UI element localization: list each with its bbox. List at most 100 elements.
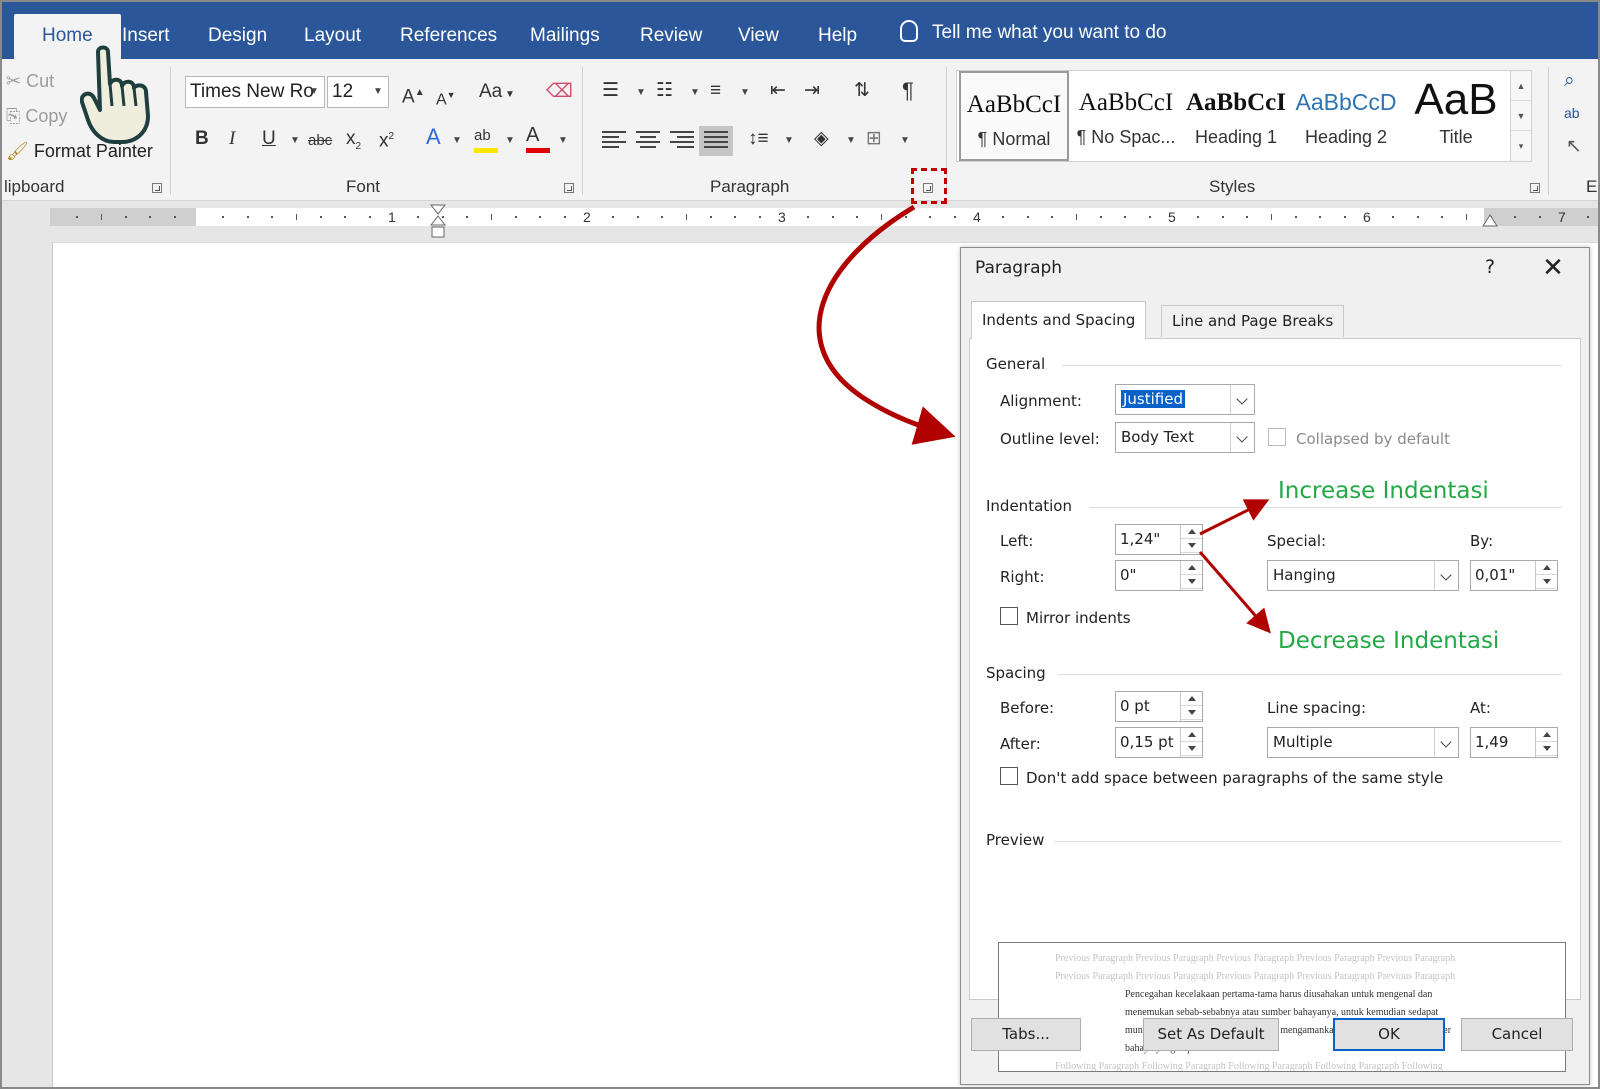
- tabs-button[interactable]: Tabs...: [971, 1018, 1081, 1051]
- scroll-down-icon[interactable]: ▼: [1511, 101, 1531, 131]
- strikethrough-button[interactable]: abc: [308, 129, 332, 153]
- tab-indents-and-spacing[interactable]: Indents and Spacing: [971, 301, 1147, 339]
- set-as-default-button[interactable]: Set As Default: [1143, 1018, 1279, 1051]
- more-styles-icon[interactable]: ▾: [1511, 131, 1531, 161]
- tab-help[interactable]: Help: [818, 2, 857, 59]
- tab-references[interactable]: References: [400, 2, 497, 59]
- before-spinner[interactable]: 0 pt: [1115, 691, 1203, 722]
- right-indent-spinner[interactable]: 0": [1115, 560, 1203, 591]
- bold-button[interactable]: B: [195, 127, 209, 151]
- show-marks-icon[interactable]: ¶: [902, 79, 914, 103]
- select-icon[interactable]: ↖: [1566, 135, 1582, 159]
- horizontal-ruler[interactable]: 1 2 3 4 5 6 7: [50, 208, 1598, 226]
- font-size-combo[interactable]: 12 ▼: [327, 76, 389, 108]
- styles-scroll[interactable]: ▲ ▼ ▾: [1510, 70, 1532, 162]
- grow-font-icon[interactable]: A▲: [402, 81, 425, 109]
- by-spinner[interactable]: 0,01": [1470, 560, 1558, 591]
- spin-down-icon[interactable]: [1181, 575, 1202, 589]
- clear-formatting-icon[interactable]: ⌫: [546, 80, 573, 104]
- spin-up-icon[interactable]: [1181, 525, 1202, 539]
- tab-view[interactable]: View: [738, 2, 779, 59]
- chevron-down-icon[interactable]: ▼: [290, 135, 300, 146]
- font-color-icon[interactable]: A: [526, 123, 550, 153]
- format-painter-button[interactable]: 🖌 Format Painter: [6, 141, 153, 162]
- spin-down-icon[interactable]: [1181, 706, 1202, 720]
- spin-down-icon[interactable]: [1536, 742, 1557, 756]
- chevron-down-icon[interactable]: ▼: [636, 87, 646, 98]
- cancel-button[interactable]: Cancel: [1461, 1018, 1573, 1051]
- font-launcher-icon[interactable]: [564, 183, 574, 193]
- spin-up-icon[interactable]: [1181, 561, 1202, 575]
- bullets-icon[interactable]: ☰: [602, 79, 619, 103]
- scroll-up-icon[interactable]: ▲: [1511, 71, 1531, 101]
- tell-me-box[interactable]: Tell me what you want to do: [900, 20, 1166, 44]
- subscript-button[interactable]: x2: [346, 127, 361, 159]
- line-spacing-select[interactable]: Multiple: [1267, 727, 1459, 758]
- shading-icon[interactable]: ◈: [814, 127, 829, 151]
- chevron-down-icon[interactable]: ▼: [690, 87, 700, 98]
- increase-indent-icon[interactable]: ⇥: [804, 79, 820, 103]
- help-button[interactable]: ?: [1485, 256, 1495, 278]
- line-spacing-icon[interactable]: ↕≡: [748, 127, 769, 151]
- justify-icon[interactable]: [699, 126, 733, 156]
- align-right-icon[interactable]: [670, 131, 694, 151]
- align-left-icon[interactable]: [602, 131, 626, 151]
- highlight-color-icon[interactable]: ab: [474, 123, 498, 153]
- multilevel-list-icon[interactable]: ≡: [710, 79, 721, 103]
- decrease-indent-icon[interactable]: ⇤: [770, 79, 786, 103]
- outline-level-select[interactable]: Body Text: [1115, 422, 1255, 453]
- special-select[interactable]: Hanging: [1267, 560, 1459, 591]
- spin-down-icon[interactable]: [1536, 575, 1557, 589]
- spin-up-icon[interactable]: [1181, 728, 1202, 742]
- spin-up-icon[interactable]: [1536, 561, 1557, 575]
- style-no-spacing[interactable]: AaBbCcI ¶ No Spac...: [1071, 71, 1181, 161]
- indent-marker-icon[interactable]: [430, 204, 446, 240]
- shrink-font-icon[interactable]: A▼: [436, 83, 456, 112]
- right-indent-marker-icon[interactable]: [1482, 214, 1498, 228]
- tab-line-and-page-breaks[interactable]: Line and Page Breaks: [1161, 305, 1345, 337]
- tab-design[interactable]: Design: [208, 2, 267, 59]
- spin-down-icon[interactable]: [1181, 742, 1202, 756]
- copy-button[interactable]: ⎘ Copy: [6, 106, 67, 127]
- chevron-down-icon[interactable]: ▼: [452, 135, 462, 146]
- text-effects-icon[interactable]: A: [426, 125, 441, 149]
- close-icon[interactable]: ✕: [1533, 250, 1573, 286]
- find-icon[interactable]: ⌕: [1564, 69, 1575, 93]
- alignment-select[interactable]: Justified: [1115, 384, 1255, 415]
- underline-button[interactable]: U: [262, 127, 276, 151]
- chevron-down-icon[interactable]: ▼: [900, 135, 910, 146]
- chevron-down-icon[interactable]: ▼: [505, 135, 515, 146]
- clipboard-launcher-icon[interactable]: [152, 183, 162, 193]
- spin-down-icon[interactable]: [1181, 539, 1202, 553]
- ok-button[interactable]: OK: [1333, 1018, 1445, 1051]
- superscript-button[interactable]: x2: [379, 125, 394, 153]
- italic-button[interactable]: I: [229, 127, 235, 151]
- style-normal[interactable]: AaBbCcI ¶ Normal: [959, 71, 1069, 161]
- change-case-button[interactable]: Aa ▼: [479, 80, 515, 107]
- chevron-down-icon[interactable]: ▼: [784, 135, 794, 146]
- at-spinner[interactable]: 1,49: [1470, 727, 1558, 758]
- chevron-down-icon[interactable]: ▼: [740, 87, 750, 98]
- chevron-down-icon[interactable]: ▼: [846, 135, 856, 146]
- styles-launcher-icon[interactable]: [1530, 183, 1540, 193]
- replace-icon[interactable]: ab: [1564, 101, 1580, 125]
- font-name-combo[interactable]: Times New Ro ▼: [185, 76, 325, 108]
- style-heading-2[interactable]: AaBbCcD Heading 2: [1291, 71, 1401, 161]
- tab-mailings[interactable]: Mailings: [530, 2, 600, 59]
- style-heading-1[interactable]: AaBbCcI Heading 1: [1181, 71, 1291, 161]
- after-spinner[interactable]: 0,15 pt: [1115, 727, 1203, 758]
- left-indent-spinner[interactable]: 1,24": [1115, 524, 1203, 555]
- tab-layout[interactable]: Layout: [304, 2, 361, 59]
- borders-icon[interactable]: ⊞: [866, 127, 882, 151]
- chevron-down-icon[interactable]: ▼: [558, 135, 568, 146]
- collapsed-checkbox[interactable]: [1268, 428, 1286, 446]
- spin-up-icon[interactable]: [1536, 728, 1557, 742]
- style-title[interactable]: AaB Title: [1401, 71, 1511, 161]
- cut-button[interactable]: ✂ Cut: [6, 71, 54, 92]
- mirror-indents-checkbox[interactable]: [1000, 607, 1018, 625]
- tab-review[interactable]: Review: [640, 2, 702, 59]
- spin-up-icon[interactable]: [1181, 692, 1202, 706]
- align-center-icon[interactable]: [636, 131, 660, 151]
- sort-icon[interactable]: ⇅: [854, 79, 870, 103]
- numbering-icon[interactable]: ☷: [656, 79, 673, 103]
